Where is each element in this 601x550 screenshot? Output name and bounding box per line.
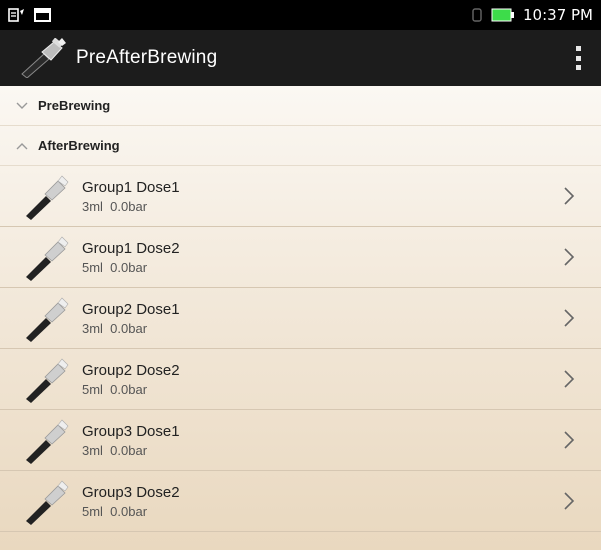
list-item[interactable]: Group3 Dose2 5ml 0.0bar: [0, 471, 601, 532]
portafilter-icon: [14, 168, 78, 224]
chevron-right-icon: [563, 247, 575, 272]
list-item-subtitle: 3ml 0.0bar: [82, 320, 148, 336]
chevron-right-icon: [563, 430, 575, 455]
list-item-title: Group3 Dose2: [82, 483, 180, 501]
overflow-menu-icon[interactable]: [573, 46, 583, 70]
section-label: AfterBrewing: [38, 138, 120, 153]
list-item-title: Group2 Dose1: [82, 300, 180, 318]
list-item-subtitle: 5ml 0.0bar: [82, 503, 148, 519]
chevron-up-icon: [16, 142, 30, 150]
list-item[interactable]: Group1 Dose2 5ml 0.0bar: [0, 227, 601, 288]
status-left: [8, 7, 52, 23]
portafilter-icon: [14, 229, 78, 285]
list-item-text: Group1 Dose1 3ml 0.0bar: [82, 179, 180, 214]
section-afterbrewing[interactable]: AfterBrewing: [0, 126, 601, 166]
list-item-text: Group2 Dose1 3ml 0.0bar: [82, 301, 180, 336]
chevron-right-icon: [563, 308, 575, 333]
list-item[interactable]: Group1 Dose1 3ml 0.0bar: [0, 166, 601, 227]
chevron-right-icon: [563, 369, 575, 394]
portafilter-icon: [14, 290, 78, 346]
portafilter-icon: [14, 473, 78, 529]
status-time: 10:37 PM: [523, 6, 593, 24]
list-item-subtitle: 5ml 0.0bar: [82, 259, 148, 275]
battery-icon: [491, 8, 515, 22]
chevron-right-icon: [563, 186, 575, 211]
list-item-subtitle: 3ml 0.0bar: [82, 442, 148, 458]
portafilter-icon[interactable]: [18, 36, 70, 80]
status-right: 10:37 PM: [471, 6, 593, 24]
menu-dot: [575, 55, 581, 61]
status-bar: 10:37 PM: [0, 0, 601, 30]
section-prebrewing[interactable]: PreBrewing: [0, 86, 601, 126]
list-item-title: Group2 Dose2: [82, 361, 180, 379]
screen-icon: [34, 7, 52, 23]
list-item-subtitle: 3ml 0.0bar: [82, 198, 148, 214]
section-label: PreBrewing: [38, 98, 111, 113]
notification-icon: [8, 7, 26, 23]
list-item-text: Group3 Dose1 3ml 0.0bar: [82, 423, 180, 458]
chevron-down-icon: [16, 102, 30, 110]
list-item-subtitle: 5ml 0.0bar: [82, 381, 148, 397]
app-title: PreAfterBrewing: [76, 47, 218, 68]
list-item-text: Group2 Dose2 5ml 0.0bar: [82, 362, 180, 397]
portafilter-icon: [14, 351, 78, 407]
menu-dot: [575, 46, 581, 51]
chevron-right-icon: [563, 491, 575, 516]
list-item[interactable]: Group2 Dose2 5ml 0.0bar: [0, 349, 601, 410]
signal-icon: [471, 7, 483, 23]
list-item[interactable]: Group2 Dose1 3ml 0.0bar: [0, 288, 601, 349]
dose-list: Group1 Dose1 3ml 0.0bar Group1 Dose2 5ml…: [0, 166, 601, 532]
portafilter-icon: [14, 412, 78, 468]
app-bar: PreAfterBrewing: [0, 30, 601, 86]
list-item-title: Group1 Dose2: [82, 239, 180, 257]
list-item-text: Group1 Dose2 5ml 0.0bar: [82, 240, 180, 275]
list-item[interactable]: Group3 Dose1 3ml 0.0bar: [0, 410, 601, 471]
list-item-title: Group3 Dose1: [82, 422, 180, 440]
list-item-text: Group3 Dose2 5ml 0.0bar: [82, 484, 180, 519]
list-item-title: Group1 Dose1: [82, 178, 180, 196]
menu-dot: [575, 65, 581, 70]
